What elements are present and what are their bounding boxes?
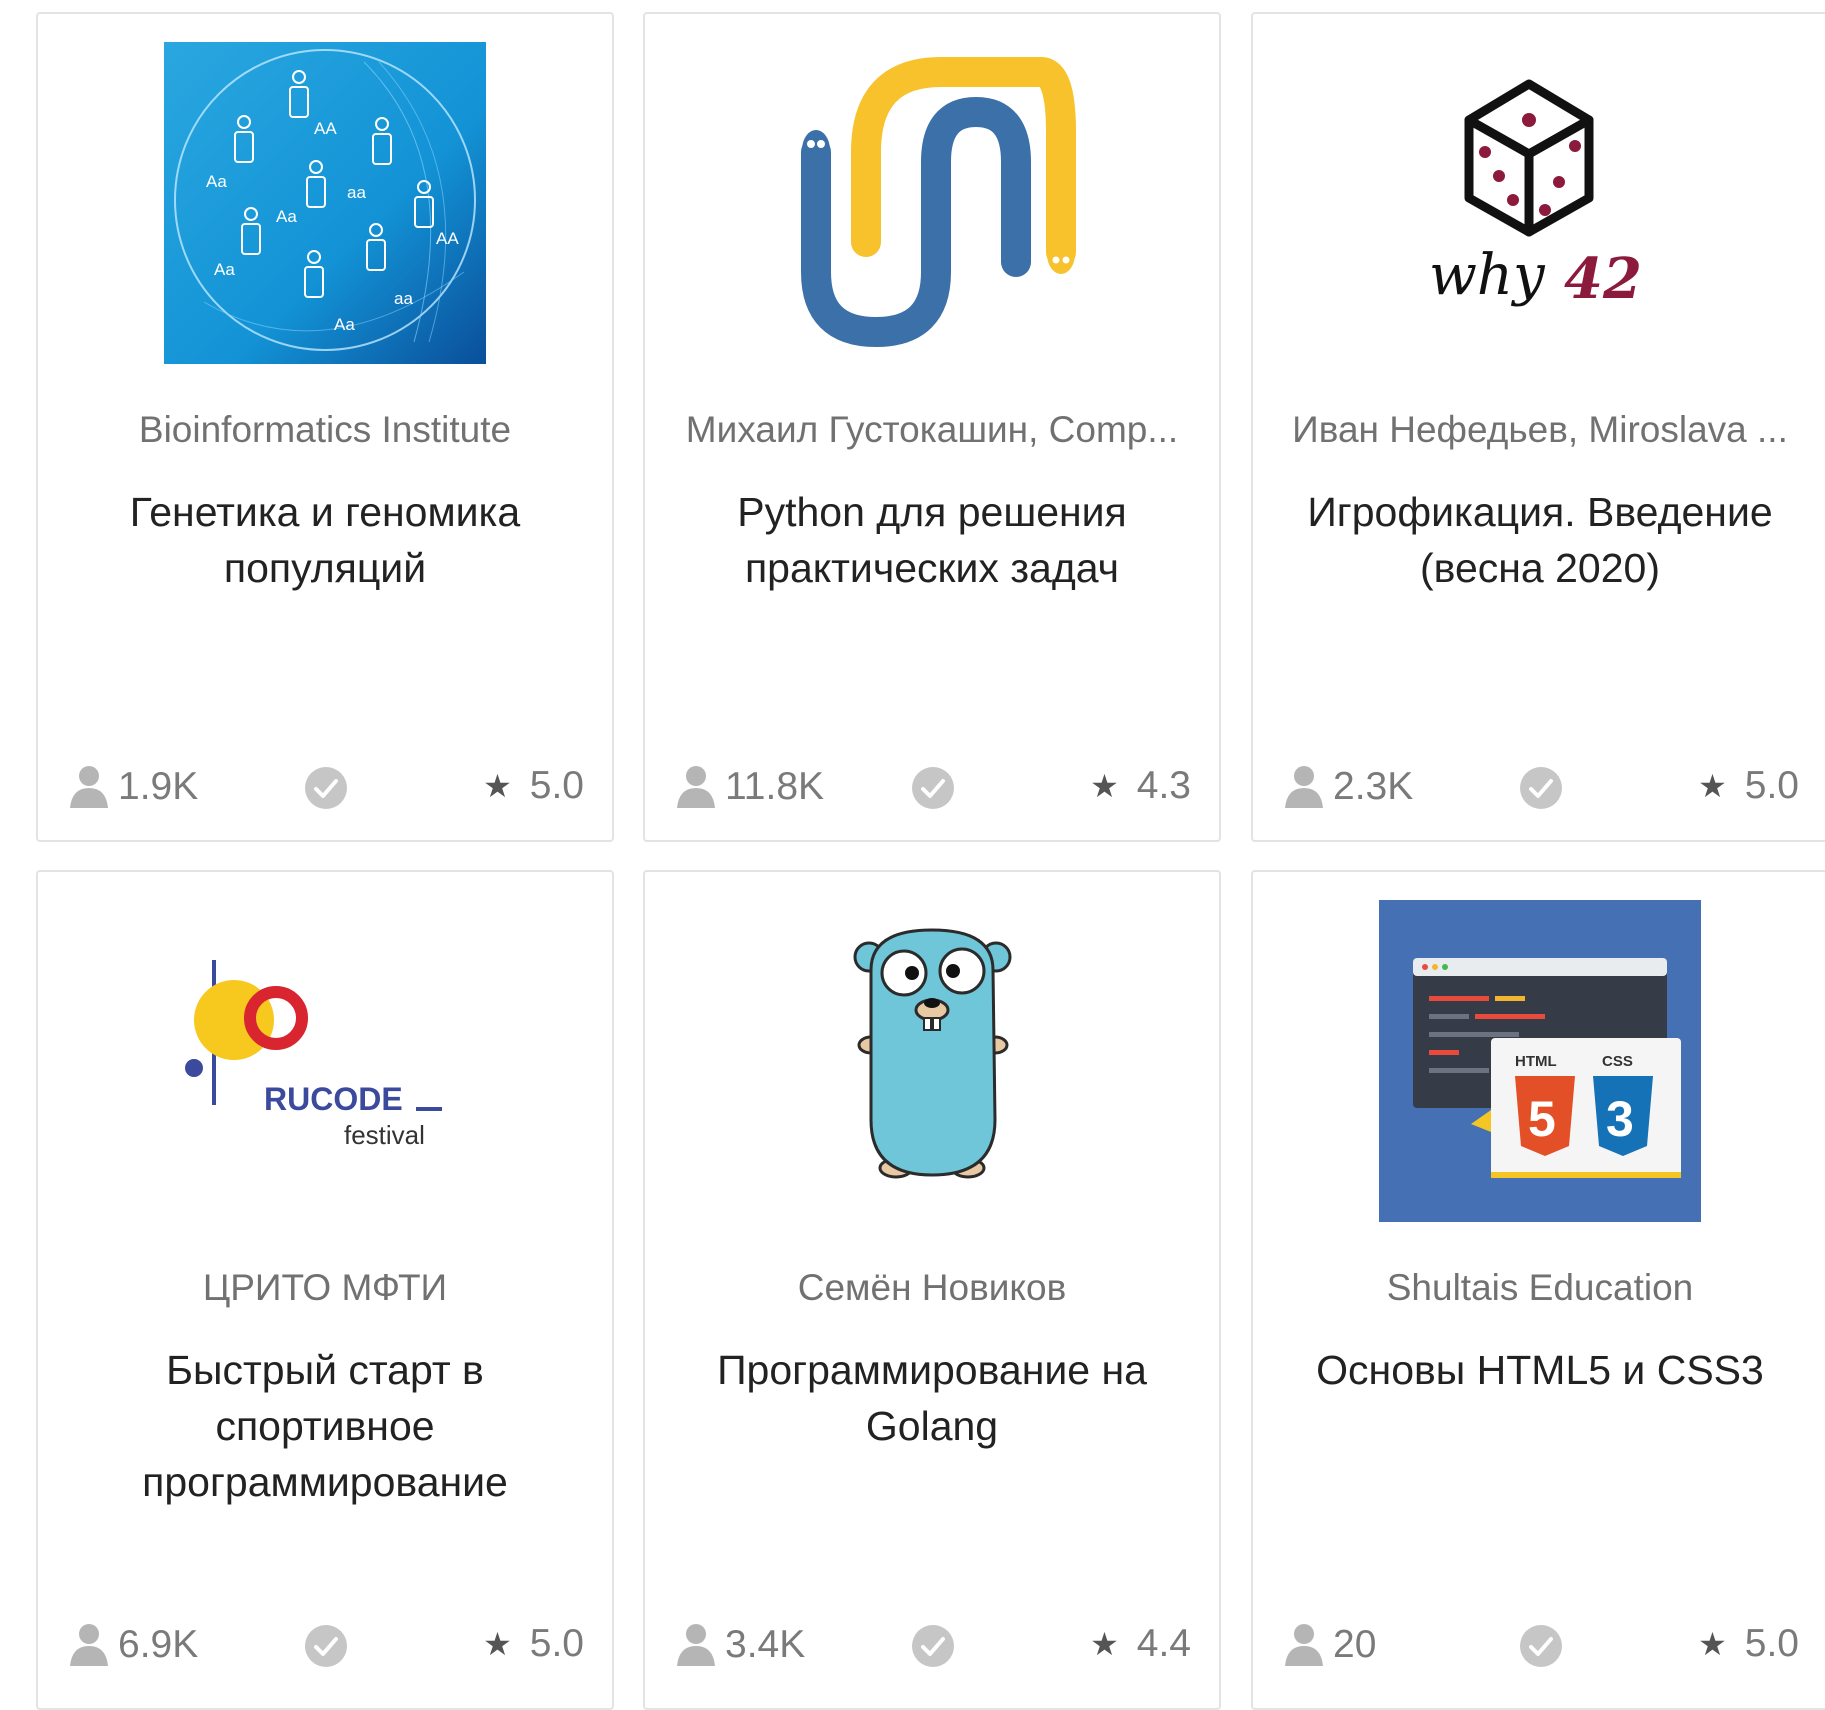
rating-value: 5.0 bbox=[529, 764, 584, 807]
html-css-cover: HTML CSS 5 3 bbox=[1379, 900, 1701, 1222]
learners-value: 20 bbox=[1333, 1623, 1377, 1666]
rucode-logo: RUCODE festival bbox=[185, 960, 442, 1150]
svg-text:why: why bbox=[1429, 243, 1546, 308]
svg-text:Aa: Aa bbox=[334, 315, 355, 334]
svg-text:3: 3 bbox=[1606, 1091, 1634, 1147]
course-card[interactable]: RUCODE festival ЦРИТО МФТИ Быстрый старт… bbox=[36, 870, 614, 1710]
population-genetics-cover: AA Aa aa Aa AA Aa aa Aa bbox=[164, 42, 486, 364]
svg-text:Aa: Aa bbox=[206, 172, 227, 191]
course-authors[interactable]: Семён Новиков bbox=[665, 1267, 1199, 1309]
star-icon: ★ bbox=[483, 768, 512, 804]
learners-value: 3.4K bbox=[725, 1623, 806, 1666]
learners-value: 6.9K bbox=[118, 1623, 199, 1666]
course-cover[interactable] bbox=[771, 900, 1093, 1222]
user-icon bbox=[1285, 1624, 1323, 1666]
learners-value: 11.8K bbox=[725, 765, 825, 808]
rating-value: 5.0 bbox=[1744, 1622, 1799, 1665]
course-cover[interactable]: why 42 bbox=[1379, 42, 1701, 364]
check-circle-icon bbox=[304, 1624, 348, 1668]
course-rating: ★ 5.0 bbox=[483, 1622, 584, 1666]
course-cover[interactable]: RUCODE festival bbox=[164, 900, 486, 1222]
course-cover[interactable] bbox=[771, 42, 1093, 364]
star-icon: ★ bbox=[483, 1626, 512, 1662]
svg-text:5: 5 bbox=[1528, 1091, 1556, 1147]
course-stats: 2.3K ★ 5.0 bbox=[1283, 764, 1799, 814]
rating-value: 4.4 bbox=[1136, 1622, 1191, 1665]
user-icon bbox=[677, 766, 715, 808]
learners-count: 6.9K bbox=[68, 1622, 198, 1668]
course-card[interactable]: AA Aa aa Aa AA Aa aa Aa Bioinformatics I… bbox=[36, 12, 614, 842]
course-authors[interactable]: Bioinformatics Institute bbox=[58, 409, 592, 451]
check-circle-icon bbox=[1519, 766, 1563, 810]
dice-cover: why 42 bbox=[1429, 79, 1642, 312]
course-card[interactable]: Михаил Густокашин, Comp... Python для ре… bbox=[643, 12, 1221, 842]
svg-text:RUCODE: RUCODE bbox=[264, 1081, 403, 1117]
check-circle-icon bbox=[1519, 1624, 1563, 1668]
python-snakes-cover bbox=[801, 56, 1076, 348]
user-icon bbox=[70, 1624, 108, 1666]
course-cover[interactable]: AA Aa aa Aa AA Aa aa Aa bbox=[164, 42, 486, 364]
svg-text:Aa: Aa bbox=[214, 260, 235, 279]
course-card[interactable]: HTML CSS 5 3 Shultais Education Основы H… bbox=[1251, 870, 1825, 1710]
course-stats: 11.8K ★ 4.3 bbox=[675, 764, 1191, 814]
star-icon: ★ bbox=[1090, 768, 1119, 804]
course-rating: ★ 4.4 bbox=[1090, 1622, 1191, 1666]
svg-text:festival: festival bbox=[344, 1120, 425, 1150]
learners-count: 20 bbox=[1283, 1622, 1376, 1668]
course-stats: 3.4K ★ 4.4 bbox=[675, 1622, 1191, 1672]
course-cover[interactable]: HTML CSS 5 3 bbox=[1379, 900, 1701, 1222]
course-card[interactable]: why 42 Иван Нефедьев, Miroslava ... Игро… bbox=[1251, 12, 1825, 842]
learners-count: 3.4K bbox=[675, 1622, 805, 1668]
course-card[interactable]: Семён Новиков Программирование на Golang… bbox=[643, 870, 1221, 1710]
svg-text:CSS: CSS bbox=[1602, 1053, 1633, 1070]
course-authors[interactable]: ЦРИТО МФТИ bbox=[58, 1267, 592, 1309]
learners-value: 1.9K bbox=[118, 765, 199, 808]
user-icon bbox=[70, 766, 108, 808]
course-authors[interactable]: Михаил Густокашин, Comp... bbox=[665, 409, 1199, 451]
check-circle-icon bbox=[911, 1624, 955, 1668]
check-circle-icon bbox=[911, 766, 955, 810]
course-title[interactable]: Быстрый старт в спортивное программирова… bbox=[68, 1342, 582, 1510]
course-rating: ★ 5.0 bbox=[1698, 764, 1799, 808]
svg-text:Aa: Aa bbox=[276, 207, 297, 226]
svg-text:42: 42 bbox=[1564, 246, 1642, 312]
rating-value: 5.0 bbox=[529, 1622, 584, 1665]
course-rating: ★ 4.3 bbox=[1090, 764, 1191, 808]
star-icon: ★ bbox=[1090, 1626, 1119, 1662]
rating-value: 4.3 bbox=[1136, 764, 1191, 807]
course-title[interactable]: Python для решения практических задач bbox=[675, 484, 1189, 596]
learners-count: 1.9K bbox=[68, 764, 198, 810]
star-icon: ★ bbox=[1698, 1626, 1727, 1662]
check-circle-icon bbox=[304, 766, 348, 810]
course-title[interactable]: Основы HTML5 и CSS3 bbox=[1283, 1342, 1797, 1398]
learners-count: 11.8K bbox=[675, 764, 824, 810]
svg-text:aa: aa bbox=[394, 289, 413, 308]
course-title[interactable]: Программирование на Golang bbox=[675, 1342, 1189, 1454]
star-icon: ★ bbox=[1698, 768, 1727, 804]
course-rating: ★ 5.0 bbox=[483, 764, 584, 808]
svg-text:AA: AA bbox=[436, 229, 459, 248]
course-authors[interactable]: Shultais Education bbox=[1273, 1267, 1807, 1309]
rating-value: 5.0 bbox=[1744, 764, 1799, 807]
learners-count: 2.3K bbox=[1283, 764, 1413, 810]
course-stats: 6.9K ★ 5.0 bbox=[68, 1622, 584, 1672]
svg-text:HTML: HTML bbox=[1515, 1053, 1557, 1070]
course-title[interactable]: Генетика и геномика популяций bbox=[68, 484, 582, 596]
course-stats: 20 ★ 5.0 bbox=[1283, 1622, 1799, 1672]
user-icon bbox=[1285, 766, 1323, 808]
course-title[interactable]: Игрофикация. Введение (весна 2020) bbox=[1283, 484, 1797, 596]
svg-text:aa: aa bbox=[347, 183, 366, 202]
svg-text:AA: AA bbox=[314, 119, 337, 138]
user-icon bbox=[677, 1624, 715, 1666]
learners-value: 2.3K bbox=[1333, 765, 1414, 808]
course-authors[interactable]: Иван Нефедьев, Miroslava ... bbox=[1273, 409, 1807, 451]
course-rating: ★ 5.0 bbox=[1698, 1622, 1799, 1666]
go-gopher-cover bbox=[853, 928, 1012, 1179]
course-stats: 1.9K ★ 5.0 bbox=[68, 764, 584, 814]
